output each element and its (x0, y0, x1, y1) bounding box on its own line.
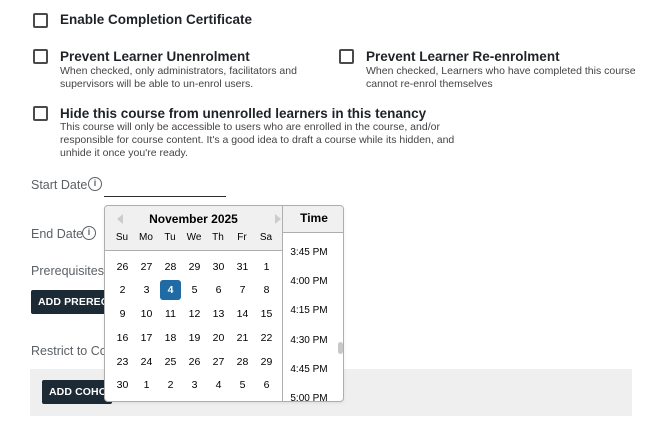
prevent-unenrol-checkbox[interactable] (33, 49, 48, 64)
calendar-day[interactable]: 1 (136, 375, 157, 395)
calendar-day[interactable]: 26 (184, 352, 205, 372)
calendar-panel: November 2025 Su Mo Tu We Th Fr Sa 26 27 28 29 30 3… (105, 206, 282, 401)
calendar-day[interactable]: 29 (184, 257, 205, 277)
hide-course-label: Hide this course from unenrolled learner… (60, 106, 427, 121)
start-date-input[interactable] (104, 196, 226, 197)
calendar-day[interactable]: 2 (112, 280, 133, 300)
calendar-day[interactable]: 5 (184, 280, 205, 300)
datepicker-popup: November 2025 Su Mo Tu We Th Fr Sa 26 27 28 29 30 3… (104, 205, 344, 402)
calendar-day[interactable]: 3 (136, 280, 157, 300)
completion-certificate-checkbox[interactable] (33, 13, 48, 28)
prerequisites-label: Prerequisites (31, 264, 104, 278)
calendar-day[interactable]: 5 (232, 375, 253, 395)
calendar-day[interactable]: 30 (112, 375, 133, 395)
calendar-day[interactable]: 22 (256, 328, 277, 348)
calendar-day[interactable]: 7 (232, 280, 253, 300)
hide-course-checkbox[interactable] (33, 106, 48, 121)
calendar-day[interactable]: 13 (208, 304, 229, 324)
calendar-day[interactable]: 19 (184, 328, 205, 348)
time-option[interactable]: 4:00 PM (283, 276, 335, 287)
weekday-label: Fr (237, 232, 247, 243)
calendar-day[interactable]: 6 (208, 280, 229, 300)
restrict-cohort-label: Restrict to Cohort (31, 344, 105, 358)
month-label: November 2025 (149, 212, 238, 226)
prevent-reenrol-label: Prevent Learner Re-enrolment (366, 49, 560, 64)
calendar-header: November 2025 Su Mo Tu We Th Fr Sa (105, 206, 282, 251)
calendar-day[interactable]: 14 (232, 304, 253, 324)
calendar-day[interactable]: 20 (208, 328, 229, 348)
calendar-day[interactable]: 11 (160, 304, 181, 324)
calendar-day[interactable]: 16 (112, 328, 133, 348)
weekday-label: Tu (164, 232, 176, 243)
hide-course-desc-line-2: responsible for course content. It's a g… (60, 134, 455, 146)
calendar-day[interactable]: 12 (184, 304, 205, 324)
calendar-day[interactable]: 26 (112, 257, 133, 277)
calendar-day[interactable]: 10 (136, 304, 157, 324)
completion-certificate-label: Enable Completion Certificate (60, 12, 253, 27)
hide-course-desc-line-3: unhide it once you're ready. (60, 147, 188, 159)
start-date-label: Start Date (31, 178, 88, 192)
end-date-info-icon[interactable]: i (82, 226, 96, 240)
calendar-day-selected[interactable]: 4 (160, 280, 181, 300)
calendar-day[interactable]: 28 (232, 352, 253, 372)
calendar-day[interactable]: 31 (232, 257, 253, 277)
time-header: Time (283, 206, 343, 233)
calendar-day[interactable]: 3 (184, 375, 205, 395)
prevent-unenrol-desc-line-2: supervisors will be able to un-enrol use… (60, 78, 254, 90)
time-option[interactable]: 3:45 PM (283, 247, 335, 258)
next-month-icon[interactable] (275, 214, 281, 224)
prevent-unenrol-desc-line-1: When checked, only administrators, facil… (60, 65, 297, 77)
calendar-day[interactable]: 21 (232, 328, 253, 348)
time-scrollbar[interactable] (336, 234, 343, 401)
prevent-unenrol-label: Prevent Learner Unenrolment (60, 49, 250, 64)
time-option[interactable]: 5:00 PM (283, 393, 335, 401)
calendar-day[interactable]: 17 (136, 328, 157, 348)
time-scrollbar-thumb[interactable] (338, 342, 343, 354)
weekday-label: Su (115, 232, 129, 243)
end-date-label: End Date (31, 227, 84, 241)
calendar-day[interactable]: 8 (256, 280, 277, 300)
time-option[interactable]: 4:30 PM (283, 335, 335, 346)
calendar-day[interactable]: 18 (160, 328, 181, 348)
add-prerequisite-button[interactable]: ADD PREREQUISITE (31, 290, 109, 314)
calendar-day[interactable]: 1 (256, 257, 277, 277)
weekday-label: Sa (259, 232, 273, 243)
calendar-day[interactable]: 2 (160, 375, 181, 395)
prevent-reenrol-checkbox[interactable] (339, 49, 354, 64)
calendar-day[interactable]: 25 (160, 352, 181, 372)
calendar-day[interactable]: 27 (136, 257, 157, 277)
prevent-reenrol-desc-line-2: cannot re-enrol themselves (366, 78, 493, 90)
time-panel: Time 3:45 PM 4:00 PM 4:15 PM 4:30 PM 4:45 PM… (282, 206, 343, 401)
hide-course-desc-line-1: This course will only be accessible to u… (60, 121, 440, 133)
start-date-info-icon[interactable]: i (88, 177, 102, 191)
calendar-day[interactable]: 4 (208, 375, 229, 395)
time-option[interactable]: 4:45 PM (283, 364, 335, 375)
prevent-reenrol-desc-line-1: When checked, Learners who have complete… (366, 65, 636, 77)
calendar-day[interactable]: 28 (160, 257, 181, 277)
calendar-day[interactable]: 9 (112, 304, 133, 324)
weekday-label: We (186, 232, 202, 243)
add-cohort-button[interactable]: ADD COHORT (42, 380, 112, 404)
calendar-day[interactable]: 15 (256, 304, 277, 324)
calendar-day[interactable]: 24 (136, 352, 157, 372)
calendar-day[interactable]: 27 (208, 352, 229, 372)
weekday-label: Mo (139, 232, 153, 243)
time-option[interactable]: 4:15 PM (283, 305, 335, 316)
calendar-day[interactable]: 30 (208, 257, 229, 277)
calendar-day[interactable]: 6 (256, 375, 277, 395)
calendar-day[interactable]: 23 (112, 352, 133, 372)
weekday-label: Th (212, 232, 224, 243)
calendar-day[interactable]: 29 (256, 352, 277, 372)
